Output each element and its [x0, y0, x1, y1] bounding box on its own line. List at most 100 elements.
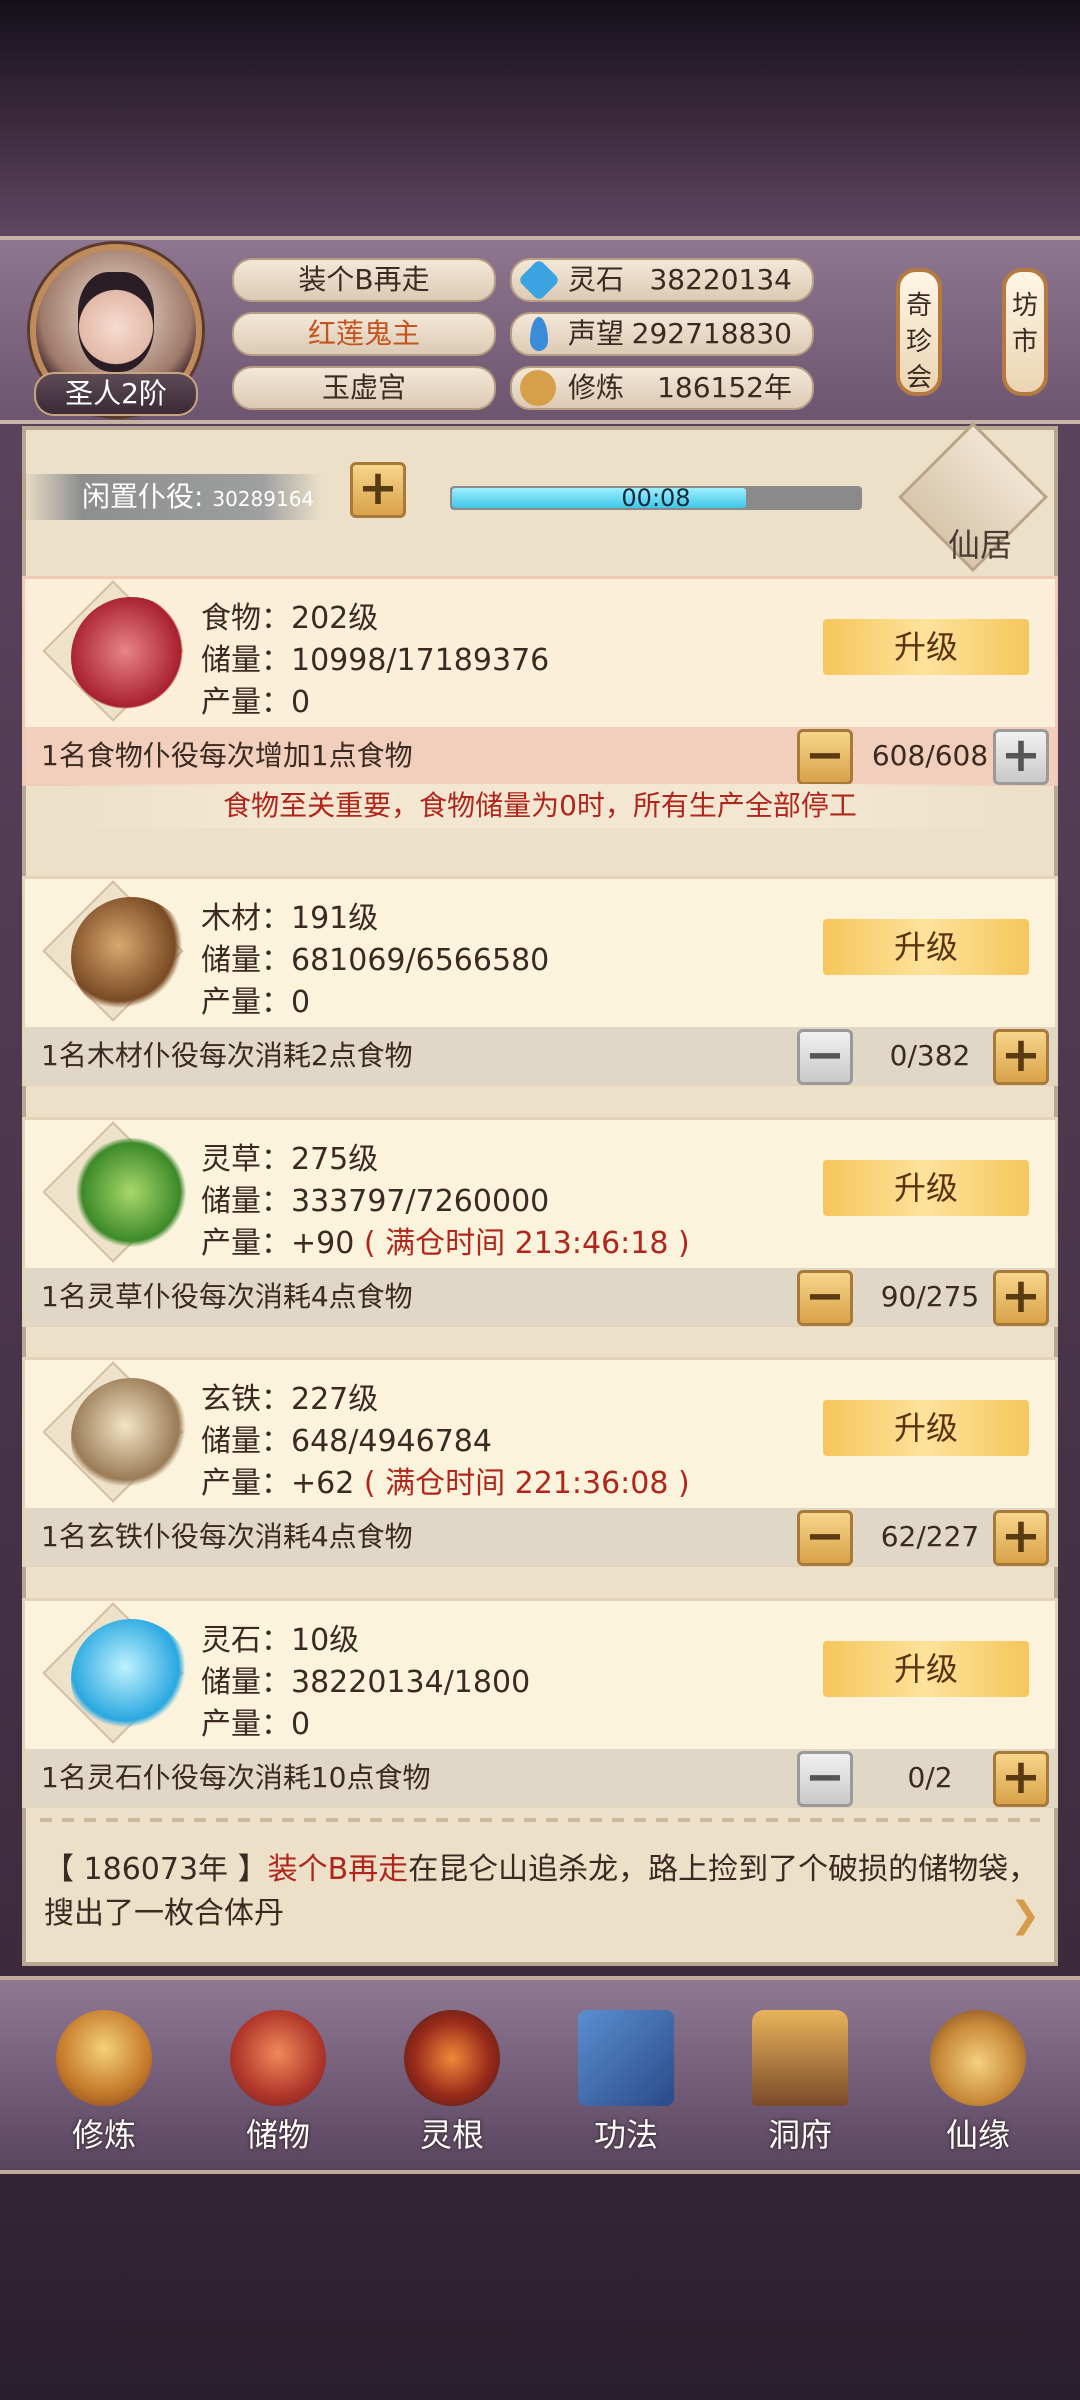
upgrade-button[interactable]: 升级 [823, 1160, 1029, 1216]
output-value: 产量：+90 [201, 1226, 355, 1261]
servant-count: 62/227 [880, 1520, 980, 1553]
rank-badge: 圣人2阶 [34, 372, 198, 416]
servant-bar: 1名木材仆役每次消耗2点食物 − 0/382 + [25, 1027, 1055, 1085]
nav-spirit-root[interactable]: 灵根 [392, 2010, 512, 2154]
market-button[interactable]: 坊市 [1002, 268, 1048, 396]
decrease-button[interactable]: − [797, 1510, 853, 1566]
resource-card-food: 食物：202级 储量：10998/17189376 产量：0 升级 1名食物仆役… [22, 576, 1058, 786]
wood-icon [71, 897, 191, 1017]
herb-icon [71, 1138, 191, 1258]
servant-bar: 1名食物仆役每次增加1点食物 − 608/608 + [25, 727, 1055, 785]
resource-level: 玄铁：227级 [201, 1382, 379, 1417]
event-log: 【 186073年 】装个B再走在昆仑山追杀龙，路上捡到了个破损的储物袋，搜出了… [44, 1848, 1044, 1936]
increase-button[interactable]: + [993, 1751, 1049, 1807]
nav-label: 功法 [593, 2116, 658, 2154]
decrease-button[interactable]: − [797, 1270, 853, 1326]
nav-label: 灵根 [419, 2116, 484, 2154]
nav-fate[interactable]: 仙缘 [918, 2010, 1038, 2154]
resource-storage: 储量：10998/17189376 [201, 643, 550, 678]
technique-book-icon [578, 2010, 674, 2106]
idle-timer-text: 00:08 [621, 484, 691, 512]
servant-desc: 1名玄铁仆役每次消耗4点食物 [41, 1520, 413, 1553]
resource-output: 产量：0 [201, 1699, 310, 1743]
upgrade-button[interactable]: 升级 [823, 1641, 1029, 1697]
increase-button[interactable]: + [993, 1029, 1049, 1085]
idle-servants-label: 闲置仆役: 30289164 [22, 474, 322, 520]
servant-desc: 1名灵石仆役每次消耗10点食物 [41, 1761, 431, 1794]
nav-cultivate[interactable]: 修炼 [44, 2010, 164, 2154]
avatar-portrait [78, 272, 154, 372]
decrease-button[interactable]: − [797, 729, 853, 785]
storage-bag-icon [230, 2010, 326, 2106]
upgrade-button[interactable]: 升级 [823, 919, 1029, 975]
resource-card-iron: 玄铁：227级 储量：648/4946784 产量：+62 ( 满仓时间 221… [22, 1357, 1058, 1567]
idle-label-text: 闲置仆役 [82, 480, 195, 513]
nav-cave-dwelling[interactable]: 洞府 [740, 2010, 860, 2154]
idle-timer-bar: 00:08 [450, 486, 862, 510]
nav-label: 修炼 [71, 2116, 136, 2154]
increase-button[interactable]: + [993, 1510, 1049, 1566]
stat-value: 186152年 [657, 371, 792, 404]
player-sect: 玉虚宫 [232, 366, 496, 410]
output-value: 产量：+62 [201, 1466, 355, 1501]
resource-level: 灵草：275级 [201, 1142, 379, 1177]
meat-icon [71, 597, 191, 717]
player-title: 红莲鬼主 [232, 312, 496, 356]
resource-storage: 储量：333797/7260000 [201, 1184, 550, 1219]
fame-icon [530, 317, 548, 351]
resource-card-wood: 木材：191级 储量：681069/6566580 产量：0 升级 1名木材仆役… [22, 876, 1058, 1086]
increase-button[interactable]: + [993, 729, 1049, 785]
servant-count: 608/608 [871, 739, 989, 772]
stat-value: 38220134 [649, 263, 792, 296]
resource-level: 灵石：10级 [201, 1623, 360, 1658]
servant-bar: 1名玄铁仆役每次消耗4点食物 − 62/227 + [25, 1508, 1055, 1566]
increase-button[interactable]: + [993, 1270, 1049, 1326]
resource-storage: 储量：648/4946784 [201, 1424, 492, 1459]
xianju-label: 仙居 [947, 526, 1012, 564]
resource-output: 产量：0 [201, 977, 310, 1021]
resource-card-spirit-stone: 灵石：10级 储量：38220134/1800 产量：0 升级 1名灵石仆役每次… [22, 1598, 1058, 1808]
servant-bar: 1名灵草仆役每次消耗4点食物 − 90/275 + [25, 1268, 1055, 1326]
full-time: ( 满仓时间 221:36:08 ) [363, 1466, 690, 1501]
nav-label: 储物 [245, 2116, 310, 2154]
servant-desc: 1名灵草仆役每次消耗4点食物 [41, 1280, 413, 1313]
servant-count: 0/2 [907, 1761, 953, 1794]
decrease-button[interactable]: − [797, 1029, 853, 1085]
servant-bar: 1名灵石仆役每次消耗10点食物 − 0/2 + [25, 1749, 1055, 1807]
servant-count: 0/382 [889, 1039, 971, 1072]
resource-card-herb: 灵草：275级 储量：333797/7260000 产量：+90 ( 满仓时间 … [22, 1117, 1058, 1327]
servant-desc: 1名木材仆役每次消耗2点食物 [41, 1039, 413, 1072]
stat-value: 292718830 [631, 317, 792, 350]
treasure-fair-button[interactable]: 奇珍会 [896, 268, 942, 396]
add-servant-button[interactable]: + [350, 462, 406, 518]
resource-output: 产量：+62 ( 满仓时间 221:36:08 ) [201, 1458, 690, 1502]
log-year: 【 186073年 】 [44, 1852, 268, 1887]
stat-cultivation: 修炼 186152年 [510, 366, 814, 410]
servant-count: 90/275 [880, 1280, 980, 1313]
cultivate-icon [56, 2010, 152, 2106]
crystal-icon [71, 1619, 191, 1739]
resource-output: 产量：+90 ( 满仓时间 213:46:18 ) [201, 1218, 690, 1262]
spirit-stone-icon [517, 258, 561, 302]
log-more-arrow-icon[interactable]: ❯ [1010, 1898, 1046, 1934]
player-name: 装个B再走 [232, 258, 496, 302]
resource-level: 食物：202级 [201, 601, 379, 636]
iron-ore-icon [71, 1378, 191, 1498]
food-warning: 食物至关重要，食物储量为0时，所有生产全部停工 [60, 784, 1020, 828]
stat-fame: 声望 292718830 [510, 312, 814, 356]
resource-storage: 储量：681069/6566580 [201, 943, 550, 978]
servant-desc: 1名食物仆役每次增加1点食物 [41, 739, 413, 772]
fate-gourd-icon [930, 2010, 1026, 2106]
log-actor: 装个B再走 [267, 1852, 409, 1887]
nav-label: 仙缘 [945, 2116, 1010, 2154]
resource-level: 木材：191级 [201, 901, 379, 936]
upgrade-button[interactable]: 升级 [823, 1400, 1029, 1456]
spirit-root-icon [404, 2010, 500, 2106]
nav-storage[interactable]: 储物 [218, 2010, 338, 2154]
upgrade-button[interactable]: 升级 [823, 619, 1029, 675]
nav-technique[interactable]: 功法 [566, 2010, 686, 2154]
stat-label: 灵石 [568, 263, 625, 296]
full-time: ( 满仓时间 213:46:18 ) [363, 1226, 690, 1261]
decrease-button[interactable]: − [797, 1751, 853, 1807]
resource-output: 产量：0 [201, 677, 310, 721]
